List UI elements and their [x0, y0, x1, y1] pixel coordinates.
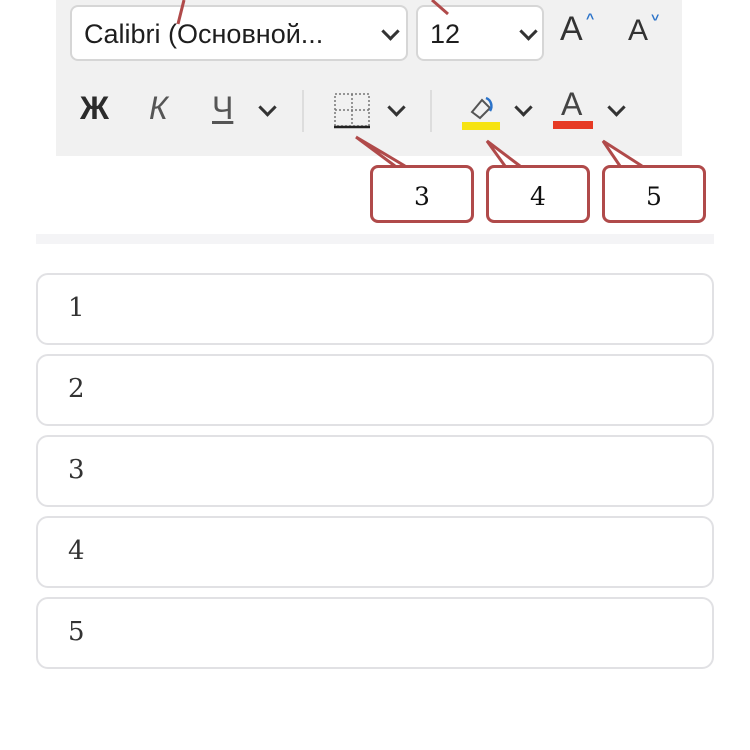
callout-4: 4 [486, 165, 590, 223]
option-2[interactable]: 2 [36, 354, 714, 426]
option-1[interactable]: 1 [36, 273, 714, 345]
option-4[interactable]: 4 [36, 516, 714, 588]
option-label: 3 [68, 455, 85, 485]
option-label: 4 [68, 536, 85, 566]
option-label: 5 [68, 617, 85, 647]
callout-label: 5 [646, 182, 662, 211]
callout-label: 4 [530, 182, 546, 211]
option-5[interactable]: 5 [36, 597, 714, 669]
option-label: 1 [68, 293, 85, 323]
callout-5: 5 [602, 165, 706, 223]
option-label: 2 [68, 374, 85, 404]
callout-3: 3 [370, 165, 474, 223]
option-3[interactable]: 3 [36, 435, 714, 507]
answer-options: 1 2 3 4 5 [36, 273, 714, 678]
callout-label: 3 [414, 182, 430, 211]
